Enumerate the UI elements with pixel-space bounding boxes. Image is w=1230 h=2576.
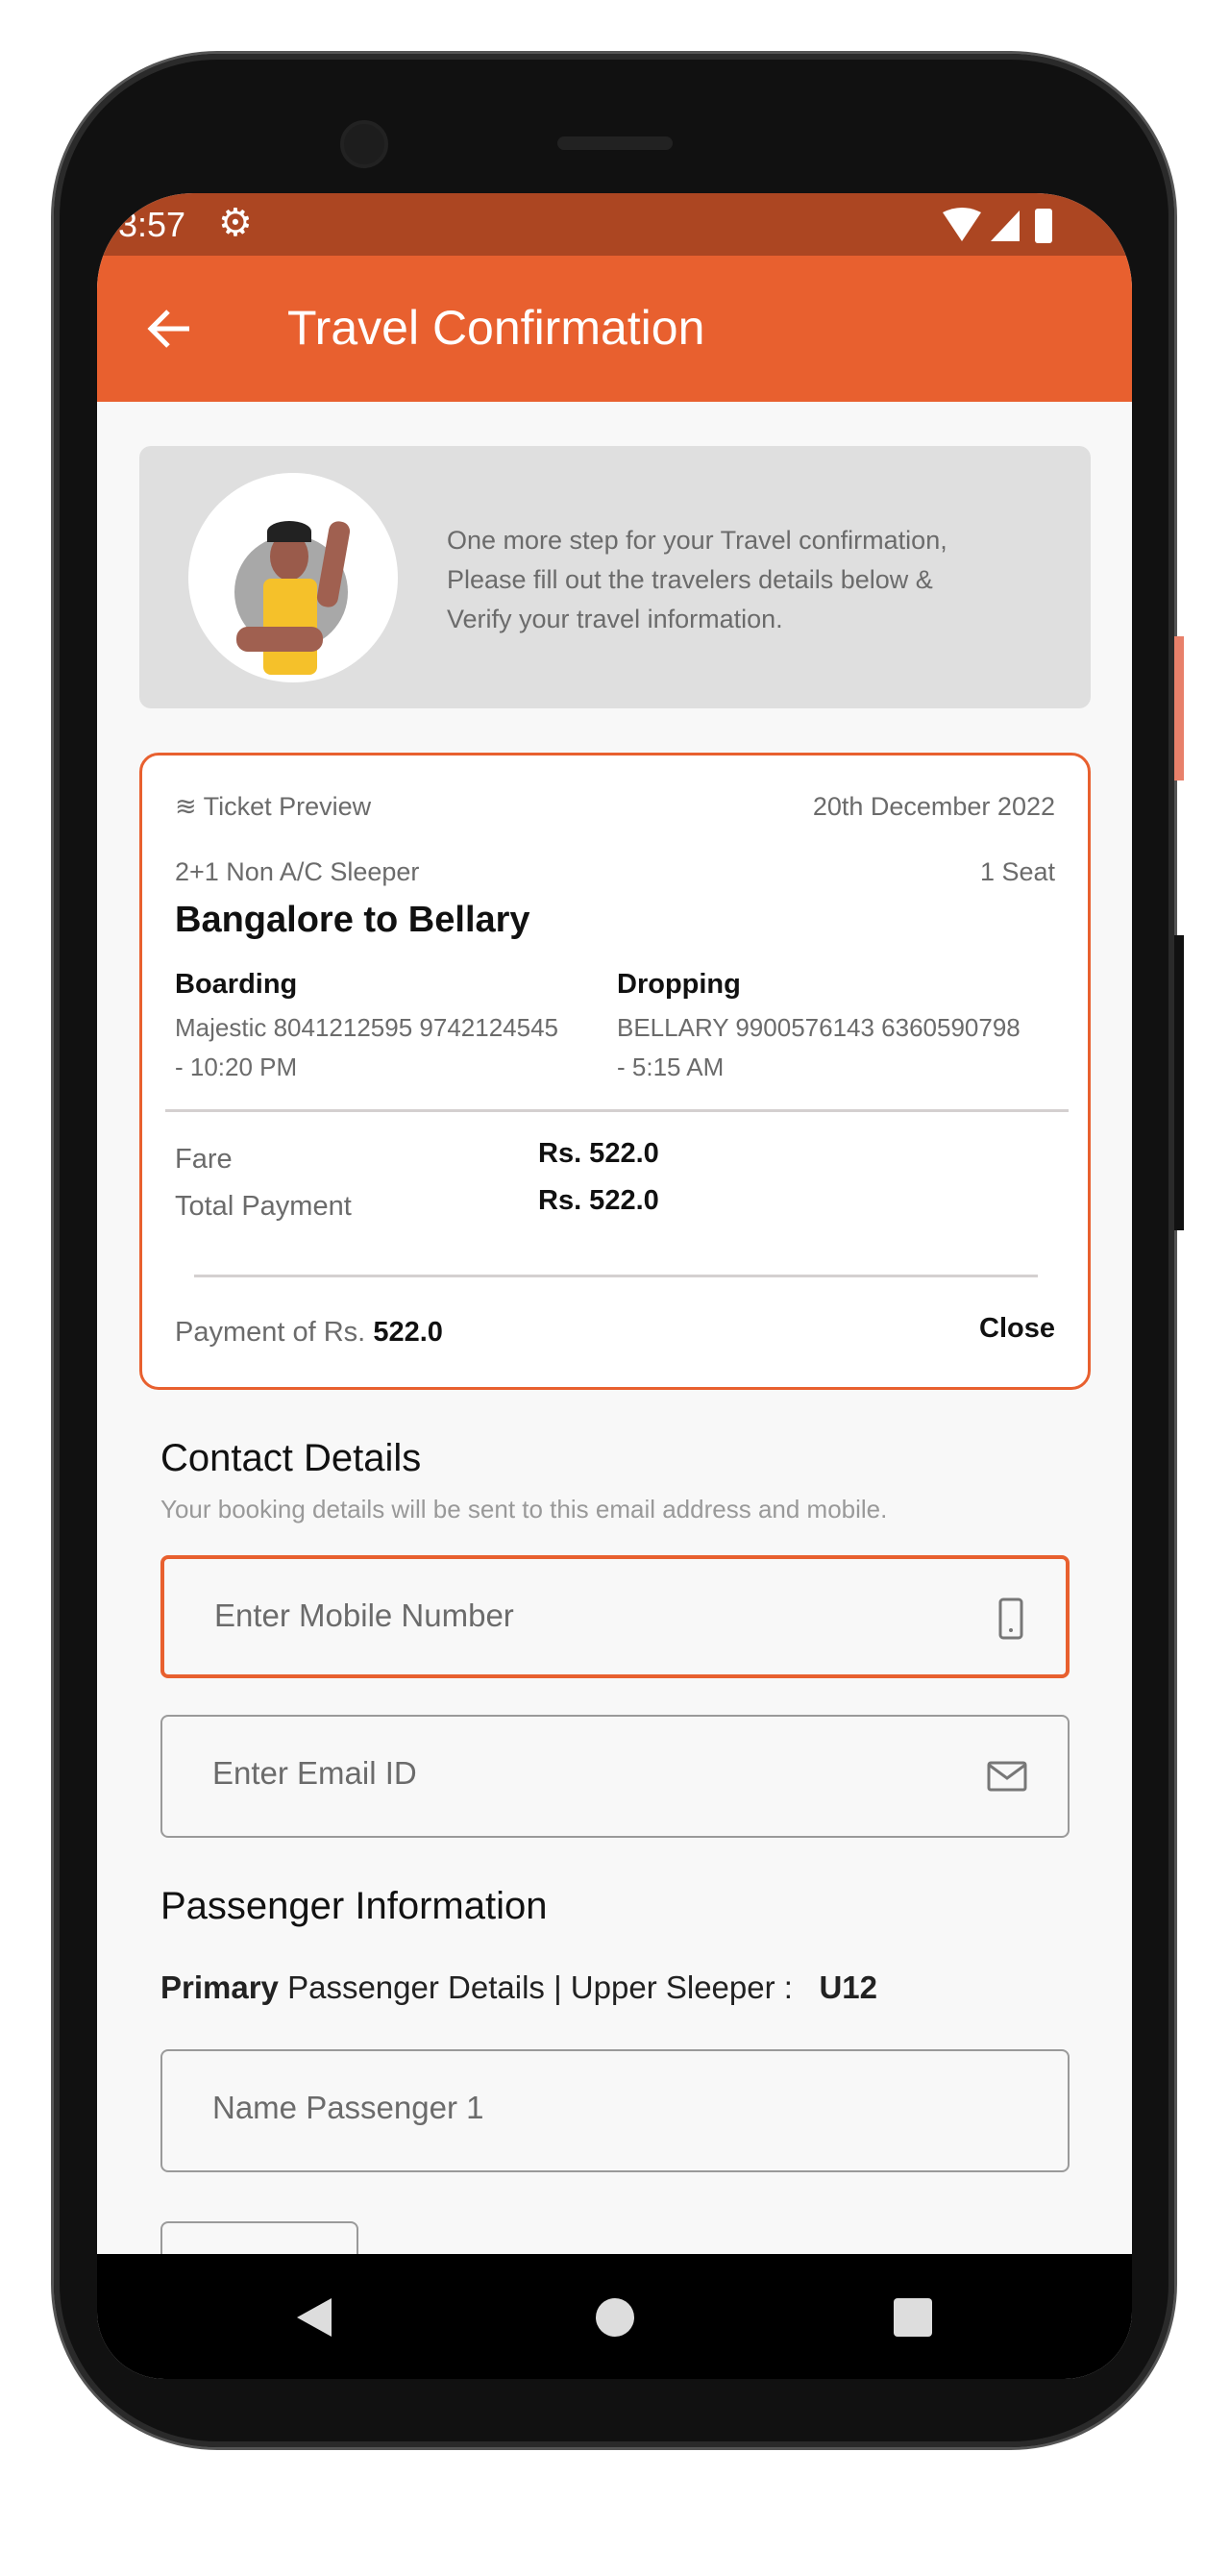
signal-icon xyxy=(991,211,1020,241)
ticket-preview-card: ≋ Ticket Preview 20th December 2022 2+1 … xyxy=(139,753,1091,1390)
passenger-title: Passenger Information xyxy=(160,1885,548,1927)
total-label: Total Payment xyxy=(175,1191,352,1222)
travel-date: 20th December 2022 xyxy=(812,792,1055,821)
nav-back-icon[interactable] xyxy=(295,2296,333,2339)
dropping-point: BELLARY 9900576143 6360590798 xyxy=(617,1013,1021,1042)
boarding-time: - 10:20 PM xyxy=(175,1053,298,1081)
phone-icon xyxy=(998,1598,1023,1640)
screen: 3:57 ⚙ Travel Confirmation One more step… xyxy=(97,193,1132,2379)
close-button[interactable]: Close xyxy=(979,1313,1055,1345)
nav-recents-icon[interactable] xyxy=(894,2298,932,2337)
ticket-preview-label: ≋ Ticket Preview xyxy=(175,792,372,821)
bus-type: 2+1 Non A/C Sleeper xyxy=(175,857,420,886)
mobile-input[interactable]: Enter Mobile Number xyxy=(160,1555,1070,1678)
status-bar: 3:57 ⚙ xyxy=(97,193,1132,256)
gear-icon: ⚙ xyxy=(218,202,253,244)
contact-subtitle: Your booking details will be sent to thi… xyxy=(160,1495,888,1523)
fare-value: Rs. 522.0 xyxy=(538,1138,659,1169)
battery-icon xyxy=(1035,209,1052,243)
dropping-label: Dropping xyxy=(617,969,741,1000)
nav-home-icon[interactable] xyxy=(596,2298,634,2337)
app-bar: Travel Confirmation xyxy=(97,256,1132,402)
wind-icon: ≋ xyxy=(175,792,204,821)
dropping-time: - 5:15 AM xyxy=(617,1053,725,1081)
wifi-icon xyxy=(943,208,1052,243)
status-time: 3:57 xyxy=(118,205,186,244)
info-line: Please fill out the travelers details be… xyxy=(447,565,933,594)
navigation-bar xyxy=(97,2254,1132,2379)
total-value: Rs. 522.0 xyxy=(538,1185,659,1216)
traveler-illustration xyxy=(188,473,398,682)
camera xyxy=(340,120,388,168)
divider xyxy=(194,1275,1038,1277)
info-line: Verify your travel information. xyxy=(447,605,783,633)
page-title: Travel Confirmation xyxy=(287,301,705,355)
info-line: One more step for your Travel confirmati… xyxy=(447,526,947,555)
passenger-name-input[interactable]: Name Passenger 1 xyxy=(160,2049,1070,2172)
mail-icon xyxy=(987,1761,1027,1792)
divider xyxy=(165,1109,1069,1112)
fare-label: Fare xyxy=(175,1144,233,1175)
payment-summary: Payment of Rs. 522.0 xyxy=(175,1317,443,1348)
seat-count: 1 Seat xyxy=(979,857,1055,886)
info-banner: One more step for your Travel confirmati… xyxy=(139,446,1091,708)
boarding-label: Boarding xyxy=(175,969,298,1000)
route: Bangalore to Bellary xyxy=(175,900,530,940)
speaker xyxy=(557,136,673,150)
email-input[interactable]: Enter Email ID xyxy=(160,1715,1070,1838)
contact-title: Contact Details xyxy=(160,1437,422,1479)
arrow-left-icon[interactable] xyxy=(147,310,191,348)
power-button xyxy=(1174,935,1184,1230)
volume-button xyxy=(1174,636,1184,780)
boarding-point: Majestic 8041212595 9742124545 xyxy=(175,1013,559,1042)
primary-passenger-line: Primary Passenger Details | Upper Sleepe… xyxy=(160,1969,877,2005)
